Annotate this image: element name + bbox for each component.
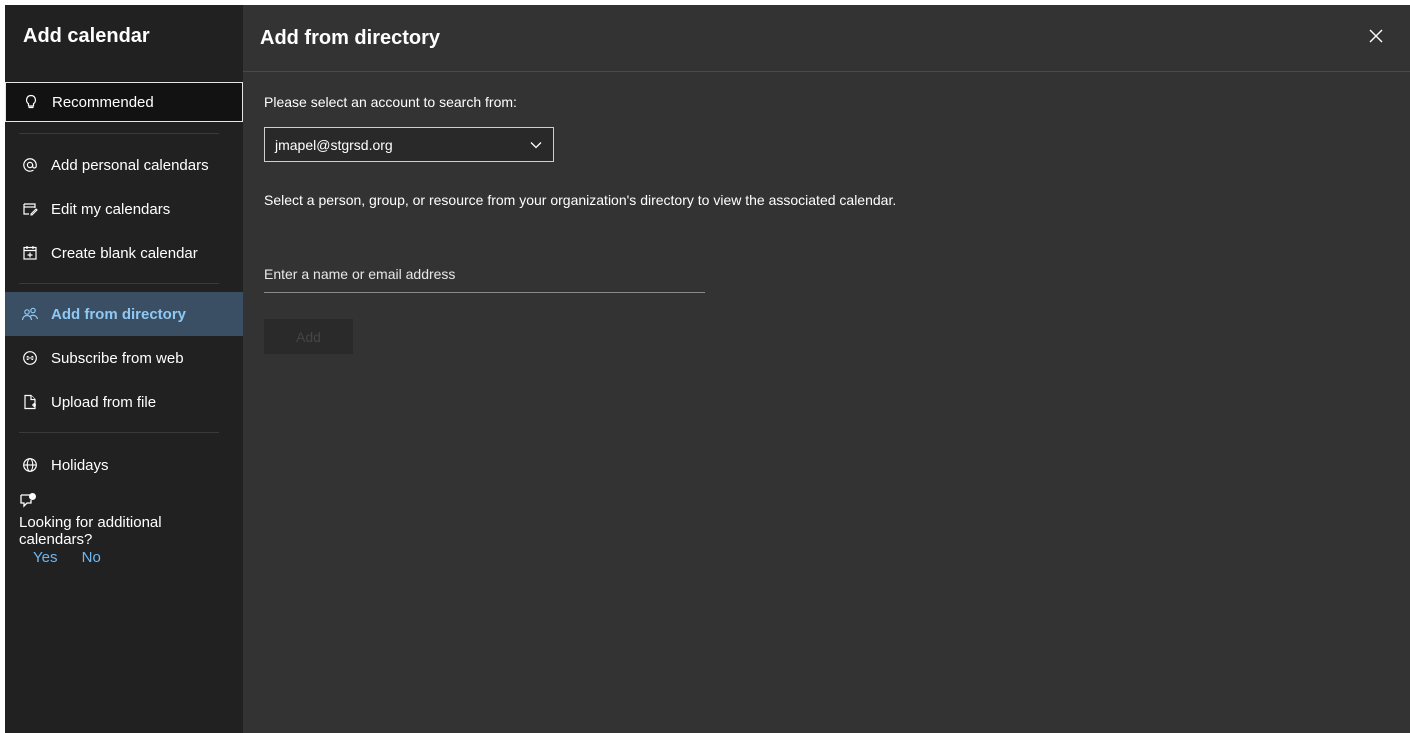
sidebar-divider	[19, 432, 219, 433]
sidebar-item-edit-my-calendars[interactable]: Edit my calendars	[5, 187, 243, 231]
sidebar-item-holidays[interactable]: Holidays	[5, 443, 243, 487]
account-dropdown-value: jmapel@stgrsd.org	[275, 136, 393, 153]
sidebar-item-label: Add personal calendars	[51, 156, 209, 174]
feedback-icon	[19, 492, 234, 510]
sidebar-divider	[19, 283, 219, 284]
sidebar-item-label: Upload from file	[51, 393, 157, 411]
feedback-no-link[interactable]: No	[82, 549, 101, 566]
add-calendar-dialog: Add calendar Recommended Add personal ca…	[5, 5, 1410, 733]
page-title: Add from directory	[260, 27, 441, 49]
file-upload-icon	[21, 393, 39, 411]
name-email-input[interactable]	[264, 261, 705, 293]
sidebar-item-label: Edit my calendars	[51, 200, 171, 218]
sidebar-item-add-from-directory[interactable]: Add from directory	[5, 292, 243, 336]
sidebar-item-label: Recommended	[52, 93, 154, 111]
close-button[interactable]	[1367, 27, 1385, 45]
close-icon	[1369, 29, 1383, 43]
sidebar-item-label: Holidays	[51, 456, 109, 474]
edit-calendar-icon	[21, 200, 39, 218]
link-circle-icon	[21, 349, 39, 367]
account-dropdown[interactable]: jmapel@stgrsd.org	[264, 127, 554, 162]
sidebar-item-upload-from-file[interactable]: Upload from file	[5, 380, 243, 424]
sidebar-item-add-personal-calendars[interactable]: Add personal calendars	[5, 143, 243, 187]
sidebar-item-label: Create blank calendar	[51, 244, 198, 262]
sidebar: Add calendar Recommended Add personal ca…	[5, 5, 243, 733]
sidebar-divider	[19, 133, 219, 134]
globe-icon	[21, 456, 39, 474]
sidebar-item-subscribe-from-web[interactable]: Subscribe from web	[5, 336, 243, 380]
sidebar-item-label: Subscribe from web	[51, 349, 184, 367]
people-icon	[21, 305, 39, 323]
header-divider	[243, 71, 1410, 72]
sidebar-title: Add calendar	[23, 25, 150, 47]
sidebar-item-create-blank-calendar[interactable]: Create blank calendar	[5, 231, 243, 275]
at-sign-icon	[21, 156, 39, 174]
calendar-add-icon	[21, 244, 39, 262]
add-button[interactable]: Add	[264, 319, 353, 354]
directory-description: Select a person, group, or resource from…	[264, 192, 897, 208]
feedback-yes-link[interactable]: Yes	[33, 549, 57, 566]
account-label: Please select an account to search from:	[264, 94, 517, 110]
sidebar-item-recommended[interactable]: Recommended	[5, 82, 243, 122]
lightbulb-icon	[22, 93, 40, 111]
feedback-question: Looking for additional calendars?	[19, 514, 162, 548]
feedback-prompt: Looking for additional calendars? Yes No	[19, 492, 234, 566]
chevron-down-icon	[529, 138, 543, 152]
sidebar-item-label: Add from directory	[51, 305, 187, 323]
